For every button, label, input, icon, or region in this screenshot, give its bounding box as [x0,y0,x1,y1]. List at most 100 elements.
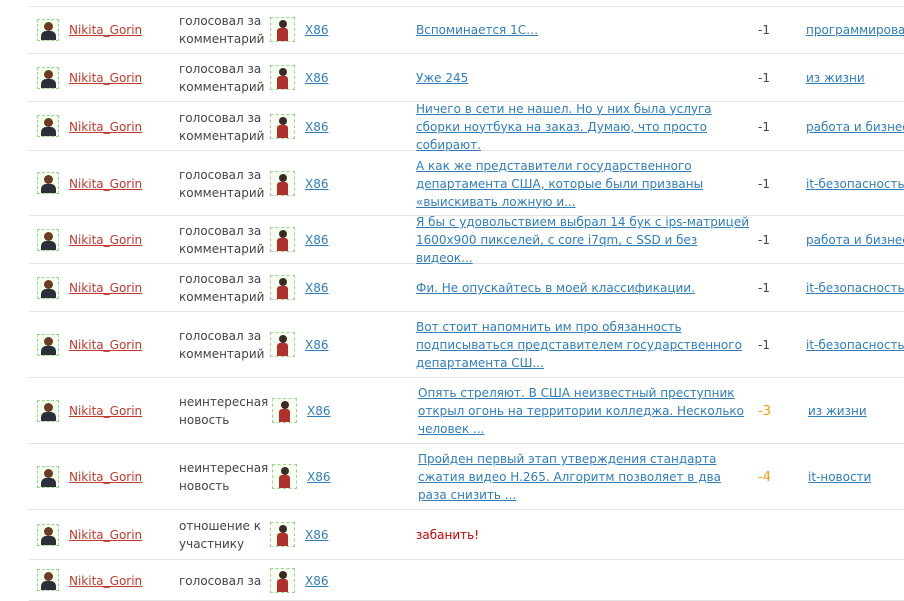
comment-link[interactable]: Вспоминается 1С… [416,21,538,39]
username-cell: Nikita_Gorin [69,55,142,101]
target-avatar[interactable] [270,275,295,300]
score-neutral: -1 [758,281,770,295]
username-cell: Nikita_Gorin [69,511,142,559]
score-value: -3 [758,379,798,443]
avatar-body [277,343,288,356]
avatar-head [44,526,53,536]
comment-link[interactable]: Опять стреляют. В США неизвестный престу… [418,384,753,438]
comment-cell: А как же представители государственного … [416,152,751,215]
activity-row: Nikita_Gorin голосовал за комментарий X86 В… [29,7,904,54]
target-user-link[interactable]: X86 [305,233,329,247]
target-avatar[interactable] [270,170,295,196]
target-avatar[interactable] [270,332,295,357]
avatar-head [279,20,287,28]
target-avatar[interactable] [270,113,295,139]
comment-cell: Пройден первый этап утверждения стандарт… [418,445,753,509]
username-link[interactable]: Nikita_Gorin [69,177,142,191]
hub-tag-link[interactable]: it-безопасность [806,338,904,352]
comment-cell: забанить! [416,511,751,559]
hub-tag-link[interactable]: из жизни [806,71,865,85]
avatar-head [44,69,53,79]
hub-tag-link[interactable]: работа и бизнес [806,233,904,247]
username-cell: Nikita_Gorin [69,379,142,443]
target-user-link[interactable]: X86 [305,120,329,134]
avatar-body [41,411,56,421]
avatar-head [44,402,53,412]
comment-link[interactable]: Ничего в сети не нашел. Но у них была ус… [416,100,751,154]
activity-row: Nikita_Gorin голосовал за X86 [29,561,904,601]
user-avatar[interactable] [37,569,59,591]
user-avatar[interactable] [37,115,59,137]
avatar-body [277,286,288,299]
user-avatar[interactable] [37,66,59,89]
username-link[interactable]: Nikita_Gorin [69,574,142,588]
comment-link[interactable]: Пройден первый этап утверждения стандарт… [418,450,753,504]
avatar-head [281,467,289,475]
username-link[interactable]: Nikita_Gorin [69,233,142,247]
avatar-head [279,68,287,76]
target-user-link[interactable]: X86 [305,528,329,542]
comment-link[interactable]: Уже 245 [416,69,468,87]
username-link[interactable]: Nikita_Gorin [69,528,142,542]
comment-link[interactable]: Я бы с удовольствием выбрал 14 бук с ips… [416,213,751,267]
hub-tag-link[interactable]: работа и бизнес [806,120,904,134]
comment-link[interactable]: А как же представители государственного … [416,157,751,211]
comment-cell: Ничего в сети не нашел. Но у них была ус… [416,102,751,152]
user-avatar[interactable] [37,228,59,251]
avatar-head [44,118,53,127]
hub-tag-link[interactable]: it-безопасность [806,281,904,295]
target-user-link[interactable]: X86 [307,404,331,418]
avatar-body [277,578,288,592]
target-avatar[interactable] [270,65,295,90]
target-user-link[interactable]: X86 [305,338,329,352]
hub-tag-link[interactable]: it-безопасность [806,177,904,191]
score-neutral: -1 [758,233,770,247]
avatar-head [44,572,53,581]
target-avatar[interactable] [272,464,297,489]
target-user-cell: X86 [305,55,329,101]
target-user-link[interactable]: X86 [305,71,329,85]
avatar-head [281,401,289,409]
user-avatar[interactable] [37,18,59,41]
avatar-body [41,288,56,298]
username-link[interactable]: Nikita_Gorin [69,120,142,134]
action-text: голосовал за комментарий [179,62,265,94]
target-user-link[interactable]: X86 [307,470,331,484]
target-user-cell: X86 [305,7,329,53]
target-user-link[interactable]: X86 [305,177,329,191]
action-text: голосовал за комментарий [179,110,265,143]
hub-tag-link[interactable]: программирование [806,23,904,37]
username-link[interactable]: Nikita_Gorin [69,470,142,484]
user-avatar[interactable] [37,399,59,422]
avatar-head [44,21,53,31]
user-avatar[interactable] [37,333,59,356]
username-link[interactable]: Nikita_Gorin [69,281,142,295]
action-text: голосовал за комментарий [179,329,265,361]
hub-tag-link[interactable]: it-новости [808,470,871,484]
username-link[interactable]: Nikita_Gorin [69,338,142,352]
target-user-link[interactable]: X86 [305,281,329,295]
target-avatar[interactable] [272,398,297,423]
target-avatar[interactable] [270,227,295,252]
user-avatar[interactable] [37,523,59,546]
avatar-body [277,28,288,41]
target-user-link[interactable]: X86 [305,23,329,37]
hub-tag-link[interactable]: из жизни [808,404,867,418]
target-user-cell: X86 [307,379,331,443]
username-link[interactable]: Nikita_Gorin [69,23,142,37]
user-avatar[interactable] [37,172,59,194]
target-avatar[interactable] [270,567,295,593]
comment-link[interactable]: Вот стоит напомнить им про обязанность п… [416,318,751,372]
username-link[interactable]: Nikita_Gorin [69,404,142,418]
hub-tag-cell: it-безопасность [806,313,904,377]
username-link[interactable]: Nikita_Gorin [69,71,142,85]
target-avatar[interactable] [270,522,295,547]
target-user-link[interactable]: X86 [305,574,329,588]
username-cell: Nikita_Gorin [69,561,142,600]
user-avatar[interactable] [37,276,59,299]
avatar-body [41,535,56,545]
target-avatar[interactable] [270,17,295,42]
comment-link[interactable]: Фи. Не опускайтесь в моей классификации. [416,279,695,297]
user-avatar[interactable] [37,465,59,488]
avatar-head [279,278,287,286]
